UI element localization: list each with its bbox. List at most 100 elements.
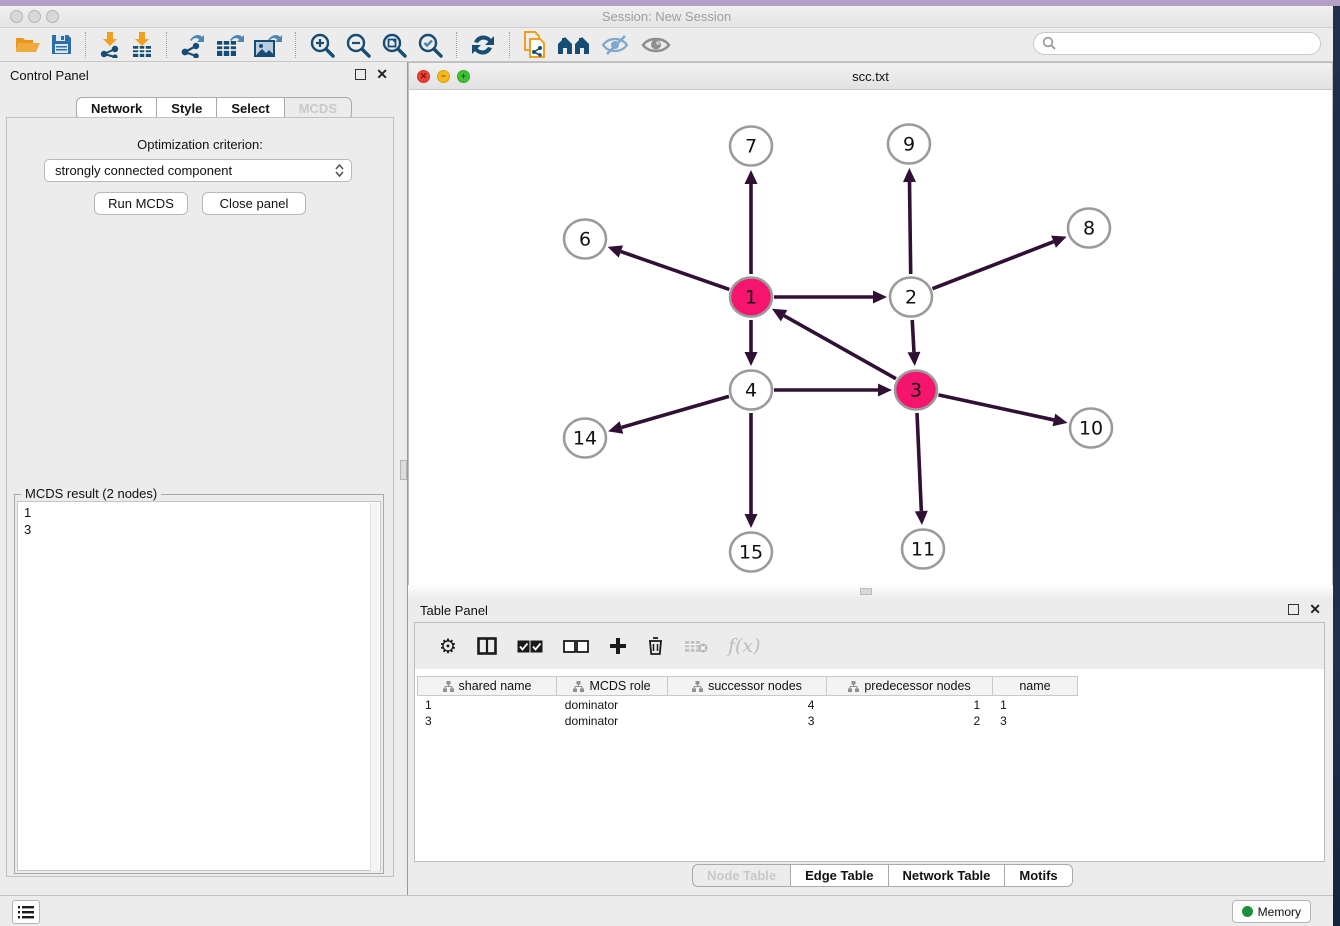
delete-column-icon[interactable] xyxy=(647,636,664,656)
zoom-in-icon[interactable] xyxy=(309,31,335,59)
float-panel-icon[interactable] xyxy=(355,69,366,80)
column-hierarchy-icon xyxy=(848,681,859,692)
zoom-out-icon[interactable] xyxy=(345,31,371,59)
add-column-icon[interactable] xyxy=(609,637,627,655)
window-close-button[interactable] xyxy=(10,10,23,23)
table-cell[interactable]: 3 xyxy=(668,713,827,729)
node-label-11: 11 xyxy=(911,539,935,561)
network-zoom-button[interactable]: + xyxy=(457,70,470,83)
control-panel-header: Control Panel ✕ xyxy=(0,62,400,90)
table-body: 1dominator4113dominator323 xyxy=(417,697,1077,729)
window-zoom-button[interactable] xyxy=(46,10,59,23)
edge-2-9[interactable] xyxy=(909,182,910,274)
tab-edge-table[interactable]: Edge Table xyxy=(790,864,887,887)
table-cell[interactable]: 4 xyxy=(668,697,827,713)
window-titlebar: Session: New Session xyxy=(0,6,1333,28)
table-cell[interactable]: dominator xyxy=(557,697,668,713)
application-window: Session: New Session xyxy=(0,0,1340,926)
new-network-icon[interactable] xyxy=(180,31,206,59)
apply-layout-icon[interactable] xyxy=(470,31,496,59)
zoom-fit-icon[interactable] xyxy=(381,31,407,59)
toolbar-separator xyxy=(166,32,167,58)
edge-arrowhead xyxy=(907,352,920,366)
import-network-icon[interactable] xyxy=(99,31,121,59)
table-cell[interactable]: 3 xyxy=(417,713,557,729)
clone-network-icon[interactable] xyxy=(523,31,547,59)
column-header-successor-nodes[interactable]: successor nodes xyxy=(668,676,827,696)
tab-network-table[interactable]: Network Table xyxy=(888,864,1005,887)
network-canvas[interactable]: 7968124314101511 xyxy=(408,90,1333,585)
node-label-6: 6 xyxy=(579,229,591,251)
toggle-panels-icon[interactable] xyxy=(477,637,497,655)
run-mcds-button[interactable]: Run MCDS xyxy=(94,192,188,215)
close-panel-icon[interactable]: ✕ xyxy=(1309,604,1321,615)
float-panel-icon[interactable] xyxy=(1288,604,1299,615)
column-header-label: MCDS role xyxy=(589,679,650,693)
export-image-icon[interactable] xyxy=(254,31,282,59)
tab-node-table[interactable]: Node Table xyxy=(692,864,790,887)
edge-arrowhead xyxy=(608,245,623,257)
edge-arrowhead xyxy=(903,168,916,182)
edge-arrowhead xyxy=(745,352,758,366)
column-header-name[interactable]: name xyxy=(993,676,1078,696)
horizontal-splitter[interactable] xyxy=(408,585,1333,597)
table-cell[interactable]: 1 xyxy=(417,697,557,713)
column-header-label: name xyxy=(1019,679,1050,693)
save-session-icon[interactable] xyxy=(51,31,72,59)
show-neighbors-icon[interactable] xyxy=(557,31,591,59)
edge-3-11[interactable] xyxy=(917,413,921,511)
edge-1-6[interactable] xyxy=(621,252,729,290)
export-table-icon[interactable] xyxy=(216,31,244,59)
table-row[interactable]: 3dominator323 xyxy=(417,713,1077,729)
edge-2-3[interactable] xyxy=(912,320,914,352)
edge-arrowhead xyxy=(608,421,623,433)
close-panel-button[interactable]: Close panel xyxy=(202,192,306,215)
optimization-criterion-select[interactable]: strongly connected component xyxy=(44,159,352,182)
task-history-button[interactable] xyxy=(12,900,40,924)
table-cell[interactable]: 3 xyxy=(992,713,1077,729)
toolbar-separator xyxy=(456,32,457,58)
network-minimize-button[interactable]: − xyxy=(437,70,450,83)
show-hidden-icon[interactable] xyxy=(641,31,671,59)
window-minimize-button[interactable] xyxy=(28,10,41,23)
table-cell[interactable]: 1 xyxy=(992,697,1077,713)
table-cell[interactable]: 1 xyxy=(826,697,992,713)
deselect-all-icon[interactable] xyxy=(563,640,589,653)
network-window-title: scc.txt xyxy=(409,69,1332,84)
import-table-icon[interactable] xyxy=(131,31,153,59)
edge-3-10[interactable] xyxy=(938,395,1053,420)
tab-motifs[interactable]: Motifs xyxy=(1004,864,1072,887)
toolbar-separator xyxy=(85,32,86,58)
edge-arrowhead xyxy=(915,511,928,525)
select-all-icon[interactable] xyxy=(517,640,543,653)
result-scrollbar[interactable] xyxy=(370,503,379,871)
edge-arrowhead xyxy=(878,384,892,397)
splitter-handle[interactable] xyxy=(400,460,407,480)
table-tabs: Node Table Edge Table Network Table Moti… xyxy=(692,864,1073,887)
column-header-MCDS-role[interactable]: MCDS role xyxy=(557,676,668,696)
toolbar-separator xyxy=(509,32,510,58)
network-graph: 7968124314101511 xyxy=(409,90,1334,585)
vertical-splitter[interactable] xyxy=(400,62,408,895)
list-icon xyxy=(18,906,34,919)
node-table-container: ⚙ f(x) shared nameMCDS rolesuccessor nod… xyxy=(414,622,1325,862)
mcds-result-text[interactable]: 1 3 xyxy=(17,501,381,871)
search-input[interactable] xyxy=(1033,32,1321,55)
table-row[interactable]: 1dominator411 xyxy=(417,697,1077,713)
edge-4-14[interactable] xyxy=(622,396,729,427)
control-panel-title: Control Panel xyxy=(0,62,400,90)
table-cell[interactable]: 2 xyxy=(826,713,992,729)
edge-2-8[interactable] xyxy=(932,242,1053,289)
table-cell[interactable]: dominator xyxy=(557,713,668,729)
table-settings-icon[interactable]: ⚙ xyxy=(439,634,457,659)
edge-3-1[interactable] xyxy=(784,316,896,379)
splitter-handle[interactable] xyxy=(860,588,872,595)
column-header-shared-name[interactable]: shared name xyxy=(417,676,557,696)
network-close-button[interactable]: ✕ xyxy=(417,70,430,83)
column-header-predecessor-nodes[interactable]: predecessor nodes xyxy=(827,676,993,696)
open-session-icon[interactable] xyxy=(15,31,41,59)
zoom-selected-icon[interactable] xyxy=(417,31,443,59)
close-panel-icon[interactable]: ✕ xyxy=(376,69,388,80)
hide-selected-icon[interactable] xyxy=(601,31,631,59)
memory-button[interactable]: Memory xyxy=(1232,900,1311,923)
